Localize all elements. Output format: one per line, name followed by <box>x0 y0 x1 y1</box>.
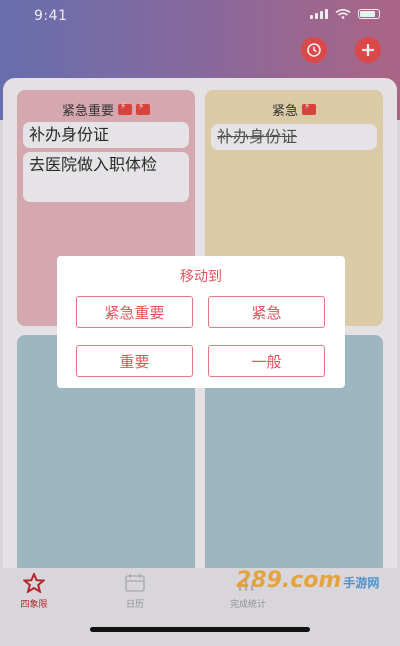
move-to-normal-button[interactable]: 一般 <box>208 345 325 377</box>
move-to-urgent-button[interactable]: 紧急 <box>208 296 325 328</box>
move-to-dialog: 移动到 紧急重要 紧急 重要 一般 <box>57 256 345 388</box>
move-to-urgent-important-button[interactable]: 紧急重要 <box>76 296 193 328</box>
dialog-title: 移动到 <box>180 269 222 285</box>
move-to-important-button[interactable]: 重要 <box>76 345 193 377</box>
